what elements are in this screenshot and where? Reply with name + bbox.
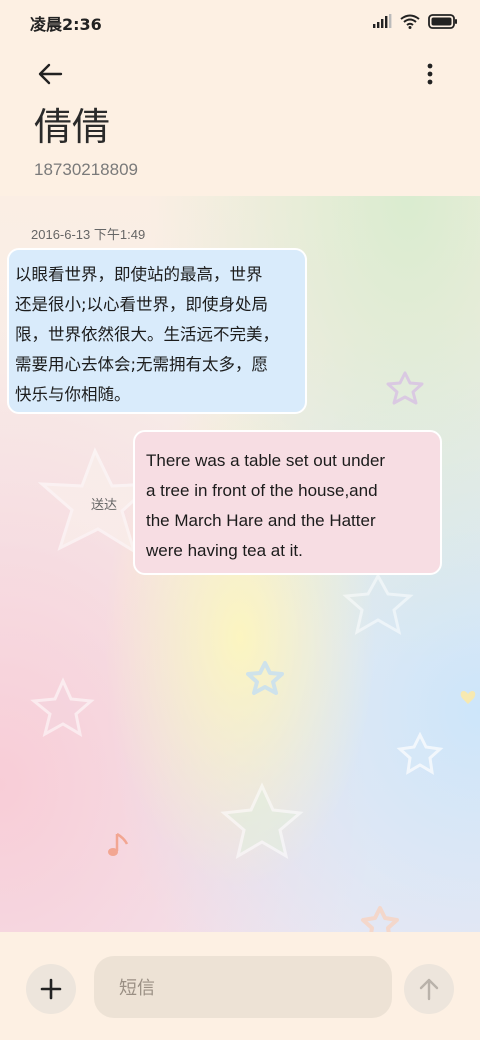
- music-note-decoration: [108, 832, 129, 856]
- message-line: a tree in front of the house,and: [146, 481, 378, 500]
- message-input[interactable]: 短信: [94, 956, 392, 1018]
- star-decoration-right: [342, 572, 414, 635]
- send-button[interactable]: [404, 964, 454, 1014]
- add-attachment-button[interactable]: [26, 964, 76, 1014]
- arrow-up-icon: [419, 978, 439, 1001]
- incoming-message-bubble[interactable]: 以眼看世界，即使站的最高，世界 还是很小;以心看世界，即使身处局 限，世界依然很…: [7, 248, 307, 414]
- delivery-status: 送达: [91, 498, 118, 513]
- star-decoration-peach: [361, 906, 399, 932]
- message-line: 还是很小;以心看世界，即使身处局: [15, 295, 269, 314]
- more-options-button[interactable]: [410, 52, 450, 96]
- message-line: 限，世界依然很大。生活远不完美，: [15, 325, 279, 344]
- plus-icon: [40, 978, 62, 1000]
- star-decoration-small-blue: [396, 731, 444, 775]
- star-decoration-pink: [30, 677, 95, 737]
- status-time: 凌晨2:36: [30, 15, 102, 34]
- message-input-placeholder: 短信: [119, 978, 155, 999]
- message-line: 以眼看世界，即使站的最高，世界: [15, 265, 263, 284]
- message-timestamp: 2016-6-13 下午1:49: [31, 227, 146, 242]
- contact-name: 倩倩: [34, 105, 111, 149]
- signal-icon: [373, 14, 392, 28]
- arrow-left-icon: [38, 63, 63, 85]
- back-button[interactable]: [28, 52, 72, 96]
- status-bar: 凌晨2:36: [0, 0, 480, 44]
- star-decoration-green: [220, 782, 304, 860]
- message-thread[interactable]: 2016-6-13 下午1:49 以眼看世界，即使站的最高，世界 还是很小;以心…: [0, 196, 480, 932]
- heart-decoration-yellow: [460, 691, 476, 704]
- more-vertical-icon: [427, 63, 433, 85]
- status-icons: [372, 12, 458, 30]
- outgoing-message-bubble[interactable]: There was a table set out under a tree i…: [133, 430, 442, 575]
- message-line: 快乐与你相随。: [15, 385, 131, 404]
- contact-number: 18730218809: [34, 160, 139, 179]
- star-decoration-outline-purple: [386, 371, 424, 405]
- message-line: There was a table set out under: [146, 451, 386, 470]
- message-line: the March Hare and the Hatter: [146, 511, 376, 530]
- message-line: 需要用心去体会;无需拥有太多，愿: [15, 355, 269, 374]
- star-decoration-blue: [246, 661, 284, 695]
- message-line: were having tea at it.: [146, 541, 303, 560]
- message-composer: 短信: [0, 932, 480, 1040]
- wifi-icon: [400, 14, 420, 29]
- conversation-header: 倩倩 18730218809: [0, 44, 480, 196]
- battery-icon: [428, 13, 457, 29]
